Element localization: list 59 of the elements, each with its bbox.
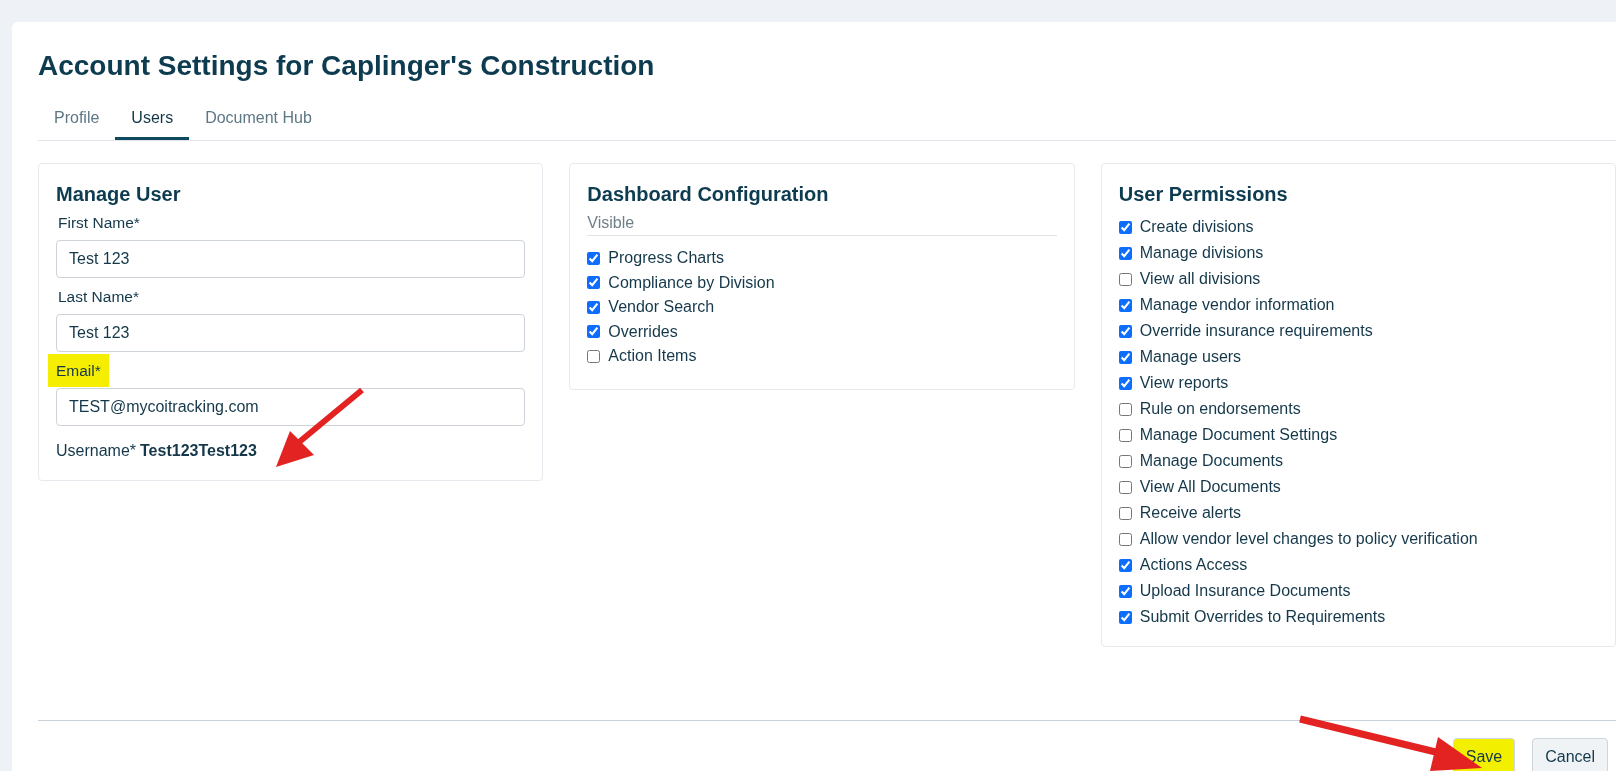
checkbox[interactable] — [1118, 428, 1132, 442]
checkbox[interactable] — [1118, 532, 1132, 546]
checkbox[interactable] — [587, 349, 601, 363]
checkbox-label: Compliance by Division — [608, 273, 775, 292]
input-field[interactable]: Test 123 — [56, 314, 526, 352]
checkbox-label: Manage Document Settings — [1139, 426, 1338, 444]
tab[interactable]: Users — [115, 101, 190, 140]
checkbox[interactable] — [587, 325, 601, 339]
checkbox-label: View all divisions — [1139, 270, 1261, 288]
tab[interactable]: Document Hub — [205, 101, 312, 140]
checkbox[interactable] — [587, 300, 601, 314]
field-label: Email* — [48, 354, 109, 387]
checkbox-label: Manage users — [1139, 348, 1242, 366]
checkbox[interactable] — [1118, 610, 1132, 624]
field-label: Last Name* — [57, 287, 140, 307]
checkbox[interactable] — [587, 251, 601, 265]
checkbox-label: Overrides — [608, 322, 678, 341]
checkbox[interactable] — [1118, 584, 1132, 598]
checkbox[interactable] — [1118, 246, 1132, 260]
checkbox-label: Vendor Search — [608, 298, 715, 317]
checkbox-label: View All Documents — [1139, 478, 1281, 496]
input-field[interactable]: TEST@mycoitracking.com — [56, 388, 526, 426]
panel-title: Manage User — [56, 182, 182, 207]
checkbox-label: Action Items — [608, 347, 697, 366]
checkbox-label: Override insurance requirements — [1139, 322, 1373, 340]
checkbox[interactable] — [1118, 454, 1132, 468]
checkbox-label: Actions Access — [1139, 556, 1248, 574]
checkbox[interactable] — [1118, 402, 1132, 416]
page-title: Account Settings for Caplinger's Construction — [38, 49, 656, 83]
checkbox[interactable] — [1118, 272, 1132, 286]
checkbox[interactable] — [1118, 376, 1132, 390]
cancel-button[interactable]: Cancel — [1532, 738, 1608, 771]
checkbox-label: Manage divisions — [1139, 244, 1264, 262]
checkbox-label: Submit Overrides to Requirements — [1139, 608, 1386, 626]
checkbox-label: Manage Documents — [1139, 452, 1283, 470]
panel-title: User Permissions — [1118, 182, 1289, 207]
checkbox[interactable] — [1118, 298, 1132, 312]
checkbox[interactable] — [587, 276, 601, 290]
field-label: First Name* — [57, 213, 141, 233]
username-label: Username* — [56, 442, 137, 460]
input-field[interactable]: Test 123 — [56, 240, 526, 278]
checkbox-label: Allow vendor level changes to policy verification — [1139, 530, 1478, 548]
checkbox-label: View reports — [1139, 374, 1229, 392]
checkbox[interactable] — [1118, 506, 1132, 520]
tab[interactable]: Profile — [54, 101, 100, 140]
section-label: Visible — [587, 214, 1057, 236]
checkbox[interactable] — [1118, 480, 1132, 494]
checkbox[interactable] — [1118, 220, 1132, 234]
panel-title: Dashboard Configuration — [587, 182, 830, 207]
checkbox-label: Rule on endorsements — [1139, 400, 1301, 418]
checkbox-label: Manage vendor information — [1139, 296, 1335, 314]
checkbox-label: Create divisions — [1139, 218, 1254, 236]
checkbox[interactable] — [1118, 324, 1132, 338]
username-value: Test123Test123 — [140, 442, 257, 460]
checkbox[interactable] — [1118, 558, 1132, 572]
checkbox[interactable] — [1118, 350, 1132, 364]
checkbox-label: Receive alerts — [1139, 504, 1242, 522]
checkbox-label: Progress Charts — [608, 249, 724, 268]
checkbox-label: Upload Insurance Documents — [1139, 582, 1351, 600]
